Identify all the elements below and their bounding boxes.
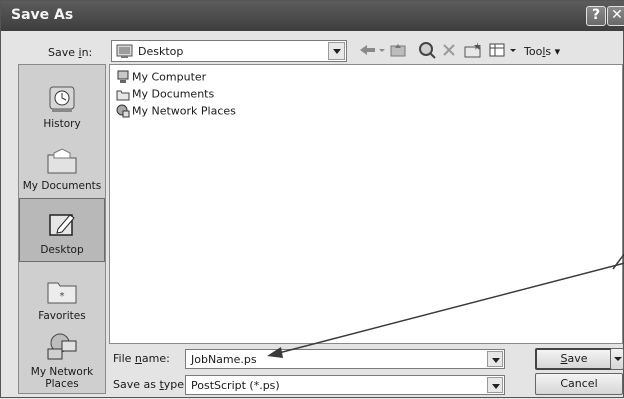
place-my-network-places-label: My Network Places <box>30 366 94 390</box>
favorites-icon: * <box>47 282 77 304</box>
save-button[interactable]: Save <box>535 348 613 370</box>
desktop-folder-icon <box>116 44 133 58</box>
close-button[interactable]: ✕ <box>607 6 624 26</box>
tools-menu[interactable]: Tools ▾ <box>524 45 560 58</box>
place-my-documents[interactable]: My Documents <box>19 145 105 192</box>
computer-icon <box>117 70 129 83</box>
file-name-label: My Network Places <box>132 104 236 118</box>
place-desktop-label: Desktop <box>40 244 84 256</box>
help-button[interactable]: ? <box>586 6 606 26</box>
history-icon <box>49 86 75 112</box>
views-icon[interactable] <box>489 40 521 60</box>
save-in-dropdown[interactable]: Desktop <box>111 40 347 62</box>
save-in-label: Save in: <box>48 46 93 59</box>
svg-text:*: * <box>60 291 65 302</box>
chevron-down-icon[interactable] <box>487 377 503 393</box>
place-desktop[interactable]: Desktop <box>19 198 105 262</box>
list-item[interactable]: My Network Places <box>116 104 236 120</box>
cancel-button[interactable]: Cancel <box>535 373 623 395</box>
file-name-label: File name: <box>113 352 170 365</box>
back-arrow-icon[interactable] <box>357 40 387 60</box>
file-name-label: My Computer <box>132 70 207 84</box>
place-history[interactable]: History <box>19 83 105 130</box>
save-as-dialog: Save As ? ✕ Save in: Desktop Tools ▾ His… <box>0 0 624 398</box>
file-name-label: My Documents <box>132 87 215 101</box>
chevron-down-icon[interactable] <box>487 351 503 367</box>
documents-folder-icon <box>116 90 130 101</box>
dialog-title: Save As <box>11 7 74 23</box>
chevron-down-icon: ▾ <box>554 45 561 58</box>
new-folder-icon[interactable] <box>463 40 483 60</box>
list-item[interactable]: My Computer <box>116 70 206 86</box>
up-folder-icon[interactable] <box>389 40 407 60</box>
place-my-documents-label: My Documents <box>22 180 102 192</box>
save-as-type-dropdown[interactable]: PostScript (*.ps) <box>185 375 505 395</box>
file-name-input[interactable]: JobName.ps <box>185 349 505 369</box>
delete-icon[interactable] <box>441 40 457 60</box>
my-documents-icon <box>47 148 77 174</box>
place-history-label: History <box>43 118 81 130</box>
chevron-down-icon[interactable] <box>328 42 345 60</box>
network-places-icon <box>47 333 77 360</box>
network-icon <box>116 104 130 118</box>
save-in-value: Desktop <box>138 45 184 58</box>
save-as-type-value: PostScript (*.ps) <box>191 379 280 392</box>
file-name-value[interactable]: JobName.ps <box>191 353 257 366</box>
save-options-dropdown[interactable] <box>610 348 624 370</box>
place-my-network-places[interactable]: My Network Places <box>19 331 105 390</box>
file-list[interactable]: My Computer My Documents My Network Plac… <box>109 64 623 344</box>
list-item[interactable]: My Documents <box>116 87 214 103</box>
title-bar[interactable]: Save As ? ✕ <box>1 1 624 31</box>
place-favorites[interactable]: * Favorites <box>19 275 105 322</box>
place-favorites-label: Favorites <box>38 310 86 322</box>
places-bar: History My Documents Desktop * Favorites <box>18 64 106 394</box>
save-as-type-label: Save as type: <box>113 378 188 391</box>
desktop-icon <box>49 214 75 236</box>
search-web-icon[interactable] <box>417 40 437 60</box>
